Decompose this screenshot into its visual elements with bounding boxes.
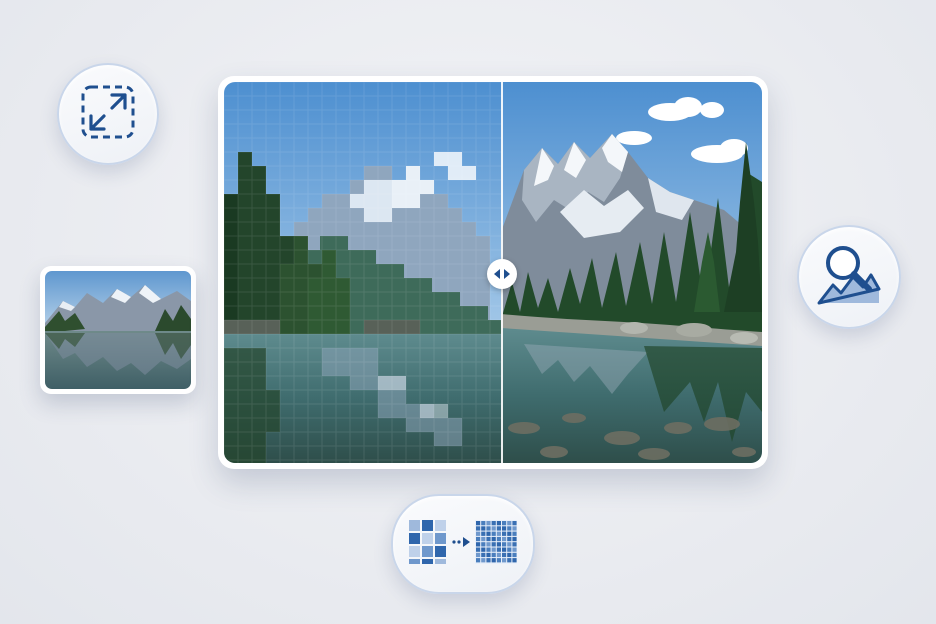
grid-cell <box>507 547 512 552</box>
grid-cell <box>476 526 481 531</box>
grid-cell <box>476 521 481 526</box>
grid-cell <box>512 558 517 563</box>
grid-cell <box>496 536 501 542</box>
grid-cell <box>481 552 486 558</box>
grid-cell <box>502 526 507 531</box>
split-arrows-icon <box>493 265 511 284</box>
compare-handle[interactable] <box>487 259 517 289</box>
grid-cell <box>502 558 507 563</box>
grid-cell <box>507 531 512 536</box>
grid-cell <box>486 558 491 563</box>
grid-cell <box>502 531 507 536</box>
grid-cell <box>486 521 491 526</box>
pixelated-half <box>224 82 502 463</box>
grid-cell <box>512 536 517 542</box>
grid-cell <box>481 521 486 526</box>
grid-cell <box>486 526 491 531</box>
grid-cell <box>512 547 517 552</box>
grid-cell <box>496 526 501 531</box>
grid-cell <box>476 558 481 563</box>
grid-cell <box>491 526 496 531</box>
grid-cell <box>486 536 491 542</box>
grid-cell <box>496 552 501 558</box>
grid-cell <box>512 542 517 547</box>
grid-cell <box>481 542 486 547</box>
grid-cell <box>476 542 481 547</box>
grid-cell <box>502 547 507 552</box>
grid-cell <box>496 547 501 552</box>
zoom-button[interactable] <box>797 225 901 329</box>
grid-cell <box>476 547 481 552</box>
comparison-image <box>224 82 762 463</box>
grid-cell <box>481 531 486 536</box>
grid-cell <box>512 531 517 536</box>
grid-cell <box>502 542 507 547</box>
grid-cell <box>476 552 481 558</box>
grid-cell <box>486 531 491 536</box>
grid-cell <box>491 558 496 563</box>
thumbnail-preview[interactable] <box>40 266 196 394</box>
grid-cell <box>496 558 501 563</box>
resize-button[interactable] <box>57 63 159 165</box>
grid-cell <box>481 526 486 531</box>
grid-cell <box>507 521 512 526</box>
grid-cell <box>496 521 501 526</box>
grid-cell <box>512 521 517 526</box>
comparison-viewer[interactable] <box>218 76 768 469</box>
grid-cell <box>486 547 491 552</box>
enhanced-half <box>501 82 762 463</box>
grid-cell <box>476 536 481 542</box>
grid-cell <box>491 552 496 558</box>
grid-cell <box>507 542 512 547</box>
grid-cell <box>486 552 491 558</box>
thumbnail-image <box>45 271 191 389</box>
grid-cell <box>496 531 501 536</box>
grid-cell <box>491 521 496 526</box>
grid-cell <box>481 536 486 542</box>
grid-cell <box>502 521 507 526</box>
grid-cell <box>512 552 517 558</box>
upscale-button[interactable] <box>391 494 535 594</box>
grid-cell <box>481 547 486 552</box>
magnifier-landscape-icon <box>813 239 885 315</box>
grid-cell <box>507 536 512 542</box>
grid-cell <box>512 526 517 531</box>
grid-cell <box>481 558 486 563</box>
expand-arrows-icon <box>79 83 137 145</box>
grid-cell <box>491 542 496 547</box>
grid-cell <box>507 526 512 531</box>
pixels-to-grid-icon <box>407 518 519 570</box>
grid-cell <box>502 552 507 558</box>
grid-cell <box>476 531 481 536</box>
grid-cell <box>507 552 512 558</box>
grid-cell <box>486 542 491 547</box>
grid-cell <box>496 542 501 547</box>
grid-cell <box>502 536 507 542</box>
grid-cell <box>491 531 496 536</box>
grid-cell <box>491 547 496 552</box>
grid-cell <box>491 536 496 542</box>
grid-cell <box>507 558 512 563</box>
